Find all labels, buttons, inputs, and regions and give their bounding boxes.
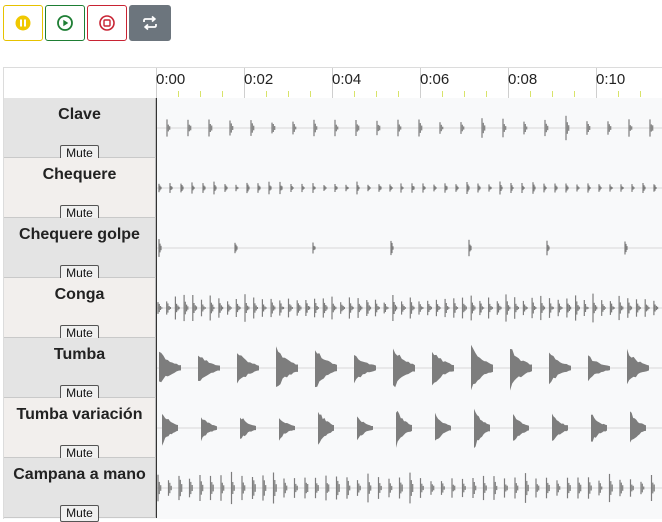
timescale-minor-tick bbox=[310, 91, 311, 97]
pause-button[interactable] bbox=[3, 5, 43, 41]
waveform-hit bbox=[549, 352, 571, 385]
stop-icon bbox=[99, 15, 115, 31]
waveform-svg bbox=[157, 408, 662, 449]
timescale-label: 0:10 bbox=[596, 71, 626, 88]
track-row: Chequere Mute bbox=[4, 158, 662, 222]
timescale-minor-tick bbox=[530, 91, 531, 97]
track-waveform[interactable] bbox=[156, 278, 662, 338]
timescale-label: 0:06 bbox=[420, 71, 450, 88]
waveform-hit bbox=[240, 417, 256, 439]
track-name: Conga bbox=[54, 286, 105, 303]
timescale-label: 0:02 bbox=[244, 71, 274, 88]
track-row: Clave Mute bbox=[4, 98, 662, 162]
waveform-hit bbox=[552, 413, 568, 441]
mute-button[interactable]: Mute bbox=[60, 505, 99, 522]
track-name: Tumba variación bbox=[16, 406, 143, 423]
track-waveform[interactable] bbox=[156, 338, 662, 398]
timescale-minor-tick bbox=[574, 91, 575, 97]
play-button[interactable] bbox=[45, 5, 85, 41]
waveform-hit bbox=[396, 410, 412, 448]
track-row: Chequere golpe Mute bbox=[4, 218, 662, 282]
waveform-hit bbox=[279, 418, 295, 441]
track-controls: Conga Mute bbox=[4, 278, 156, 342]
track-name: Clave bbox=[58, 106, 101, 123]
waveform-svg bbox=[157, 344, 662, 391]
track-waveform[interactable] bbox=[156, 398, 662, 458]
waveform-hit bbox=[201, 417, 217, 442]
waveform-hit bbox=[393, 348, 415, 388]
timescale-corner bbox=[4, 68, 156, 98]
timescale[interactable]: 0:00 0:02 0:04 0:06 0:08 0:10 bbox=[156, 68, 662, 98]
waveform-hit bbox=[162, 413, 178, 446]
timescale-label: 0:08 bbox=[508, 71, 538, 88]
timescale-minor-tick bbox=[288, 91, 289, 97]
waveform-hit bbox=[513, 414, 529, 441]
waveform-hit bbox=[357, 416, 373, 441]
timescale-minor-tick bbox=[398, 91, 399, 97]
waveform-hit bbox=[630, 411, 646, 443]
track-controls: Campana a mano Mute bbox=[4, 458, 156, 522]
waveform-hit bbox=[354, 355, 376, 384]
waveform-hit bbox=[510, 349, 532, 391]
loop-button[interactable] bbox=[129, 5, 171, 41]
waveform-hit bbox=[318, 411, 334, 445]
track-name: Tumba bbox=[53, 346, 106, 363]
track-row: Conga Mute bbox=[4, 278, 662, 342]
track-waveform[interactable] bbox=[156, 98, 662, 158]
track-name: Chequere golpe bbox=[19, 226, 140, 243]
timescale-minor-tick bbox=[376, 91, 377, 97]
waveform-svg bbox=[157, 239, 662, 257]
track-controls: Chequere golpe Mute bbox=[4, 218, 156, 282]
waveform-svg bbox=[157, 115, 662, 141]
track-controls: Clave Mute bbox=[4, 98, 156, 162]
waveform-hit bbox=[627, 348, 649, 385]
track-controls: Tumba Mute bbox=[4, 338, 156, 402]
waveform-hit bbox=[198, 355, 220, 381]
timescale-minor-tick bbox=[442, 91, 443, 97]
waveform-hit bbox=[432, 351, 454, 386]
timescale-minor-tick bbox=[640, 91, 641, 97]
timescale-minor-tick bbox=[486, 91, 487, 97]
track-name: Chequere bbox=[42, 166, 117, 183]
waveform-hit bbox=[591, 414, 607, 442]
track-controls: Chequere Mute bbox=[4, 158, 156, 222]
timescale-minor-tick bbox=[552, 91, 553, 97]
waveform-hit bbox=[237, 353, 259, 384]
track-waveform[interactable] bbox=[156, 158, 662, 218]
timescale-minor-tick bbox=[354, 91, 355, 97]
timescale-label: 0:04 bbox=[332, 71, 362, 88]
track-waveform[interactable] bbox=[156, 218, 662, 278]
track-row: Tumba Mute bbox=[4, 338, 662, 402]
waveform-hit bbox=[435, 412, 451, 441]
track-controls: Tumba variación Mute bbox=[4, 398, 156, 462]
waveform-hit bbox=[474, 408, 490, 449]
timescale-minor-tick bbox=[200, 91, 201, 97]
multitrack-editor: 0:00 0:02 0:04 0:06 0:08 0:10 Clave Mute Cheque… bbox=[3, 67, 662, 522]
waveform-hit bbox=[315, 350, 337, 388]
track-waveform[interactable] bbox=[156, 458, 662, 518]
timescale-label: 0:00 bbox=[156, 71, 186, 88]
timescale-minor-tick bbox=[464, 91, 465, 97]
timescale-minor-tick bbox=[178, 91, 179, 97]
play-icon bbox=[57, 15, 73, 31]
track-row: Tumba variación Mute bbox=[4, 398, 662, 462]
track-name: Campana a mano bbox=[13, 466, 146, 483]
timescale-minor-tick bbox=[618, 91, 619, 97]
timescale-minor-tick bbox=[222, 91, 223, 97]
loop-icon bbox=[143, 15, 157, 31]
waveform-hit bbox=[159, 351, 181, 383]
waveform-svg bbox=[157, 181, 662, 195]
waveform-svg bbox=[157, 293, 662, 323]
waveform-hit bbox=[588, 355, 610, 382]
waveform-hit bbox=[276, 346, 298, 387]
stop-button[interactable] bbox=[87, 5, 127, 41]
pause-icon bbox=[15, 15, 31, 31]
waveform-hit bbox=[471, 344, 493, 391]
timescale-minor-tick bbox=[266, 91, 267, 97]
track-row: Campana a mano Mute bbox=[4, 458, 662, 522]
waveform-svg bbox=[157, 471, 662, 505]
